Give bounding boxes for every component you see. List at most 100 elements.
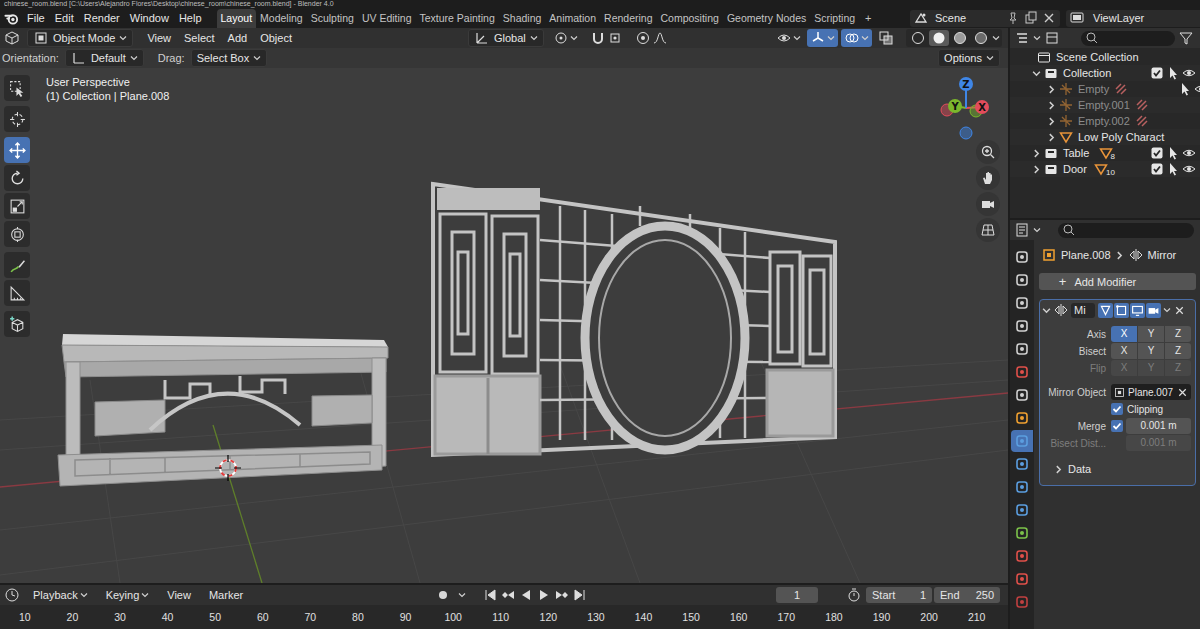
workspace-tab[interactable]: Texture Painting (416, 9, 499, 28)
filter-icon[interactable] (1178, 30, 1194, 46)
workspace-tab[interactable]: Compositing (657, 9, 723, 28)
workspace-tab[interactable]: Sculpting (307, 9, 358, 28)
timeline-menu[interactable]: View (162, 589, 196, 601)
overlays-toggle[interactable] (841, 29, 872, 47)
add-modifier-button[interactable]: +Add Modifier (1039, 273, 1196, 290)
property-tab[interactable] (1011, 522, 1033, 544)
outliner-item-name[interactable]: Empty (1078, 83, 1109, 95)
outliner-item-name[interactable]: Low Poly Charact (1078, 131, 1164, 143)
property-tab[interactable] (1011, 591, 1033, 613)
outliner-item-name[interactable]: Empty.001 (1078, 99, 1130, 111)
expand-arrow-icon[interactable] (1047, 117, 1056, 126)
properties-editor-icon[interactable] (1014, 222, 1030, 238)
snap-toggle[interactable] (587, 29, 626, 47)
property-tab[interactable] (1011, 430, 1033, 452)
axis-handle[interactable]: X (975, 100, 989, 114)
constraint-icon[interactable] (1134, 97, 1150, 113)
property-tab[interactable] (1011, 476, 1033, 498)
caret-icon[interactable] (1033, 226, 1041, 234)
expand-arrow-icon[interactable] (1032, 69, 1041, 78)
rotate-tool[interactable] (4, 165, 30, 191)
property-tab[interactable] (1011, 407, 1033, 429)
jump-start-icon[interactable] (482, 587, 498, 603)
outliner-item-name[interactable]: Table (1063, 147, 1089, 159)
drag-dropdown[interactable]: Select Box (191, 49, 268, 67)
expand-arrow-icon[interactable] (1032, 149, 1041, 158)
axis-toggle[interactable]: X (1111, 343, 1138, 359)
expand-arrow-icon[interactable] (1047, 101, 1056, 110)
properties-search-field[interactable] (1058, 223, 1194, 238)
menu-item[interactable]: File (22, 12, 50, 24)
remove-modifier-icon[interactable] (1173, 304, 1186, 317)
material-shading-button[interactable] (950, 30, 970, 46)
viewport-menu[interactable]: Add (223, 32, 253, 44)
outliner-row[interactable]: Collection (1010, 65, 1200, 81)
pin-icon[interactable] (1005, 10, 1021, 26)
blender-logo-icon[interactable] (4, 11, 19, 26)
measure-tool[interactable] (4, 280, 30, 306)
pivot-point-button[interactable] (550, 29, 581, 47)
xray-toggle[interactable] (875, 29, 897, 47)
select-arrow-icon[interactable] (1198, 97, 1200, 113)
visibility-toggle[interactable] (773, 29, 804, 47)
mode-dropdown[interactable]: Object Mode (27, 29, 133, 47)
caret-icon[interactable] (458, 591, 466, 599)
viewport-toggle[interactable] (1130, 303, 1145, 318)
property-tab[interactable] (1011, 338, 1033, 360)
axis-toggle[interactable]: Y (1138, 326, 1165, 342)
add-workspace-button[interactable]: + (859, 9, 877, 28)
outliner-item-name[interactable]: Scene Collection (1056, 51, 1139, 63)
previous-keyframe-icon[interactable] (500, 587, 516, 603)
select-arrow-icon[interactable] (1165, 65, 1181, 81)
eye-icon[interactable] (1181, 65, 1197, 81)
select-tool[interactable] (4, 75, 30, 101)
expand-arrow-icon[interactable] (1032, 165, 1041, 174)
axis-toggle[interactable]: Z (1165, 343, 1191, 359)
property-tab[interactable] (1011, 361, 1033, 383)
rendered-shading-button[interactable] (971, 30, 991, 46)
scale-tool[interactable] (4, 193, 30, 219)
axis-toggle[interactable]: X (1111, 326, 1138, 342)
pan-button[interactable] (976, 166, 1000, 190)
outliner-row[interactable]: Table8 (1010, 145, 1200, 161)
modifier-name-field[interactable]: Mi (1071, 303, 1095, 318)
workspace-tab[interactable]: Scripting (810, 9, 859, 28)
navigation-gizmo[interactable]: XYZ (941, 77, 989, 139)
outliner-row[interactable]: Empty.002 (1010, 113, 1200, 129)
menu-item[interactable]: Help (174, 12, 207, 24)
orientation-dropdown[interactable]: Default (65, 49, 144, 67)
constraint-icon[interactable] (1134, 113, 1150, 129)
axis-toggle[interactable]: Y (1138, 343, 1165, 359)
select-arrow-icon[interactable] (1165, 161, 1181, 177)
transform-tool[interactable] (4, 221, 30, 247)
move-tool[interactable] (4, 137, 30, 163)
timeline-menu[interactable]: Marker (204, 589, 248, 601)
start-frame-field[interactable]: Start1 (866, 587, 932, 603)
viewport-menu[interactable]: Select (179, 32, 220, 44)
property-tab[interactable] (1011, 568, 1033, 590)
property-tab[interactable] (1011, 453, 1033, 475)
editor-type-icon[interactable] (4, 30, 20, 46)
select-arrow-icon[interactable] (1177, 81, 1193, 97)
add-tool[interactable] (4, 311, 30, 337)
view-layer-selector[interactable]: ViewLayer (1066, 10, 1200, 27)
close-icon[interactable] (1041, 10, 1057, 26)
menu-item[interactable]: Render (79, 12, 125, 24)
workspace-tab[interactable]: Geometry Nodes (723, 9, 810, 28)
solid-shading-button[interactable] (929, 30, 949, 46)
timeline-menu[interactable]: Keying (101, 589, 155, 601)
exclude-checkbox[interactable] (1149, 65, 1165, 81)
mirror-object-field[interactable]: Plane.007 (1111, 384, 1191, 400)
collapse-arrow-icon[interactable] (1042, 306, 1051, 315)
door-model[interactable] (433, 184, 835, 455)
outliner-item-name[interactable]: Collection (1063, 67, 1111, 79)
options-dropdown[interactable]: Options (938, 49, 1000, 67)
outliner-item-name[interactable]: Empty.002 (1078, 115, 1130, 127)
caret-icon[interactable] (992, 34, 1000, 42)
property-tab[interactable] (1011, 499, 1033, 521)
timeline-menu[interactable]: Playback (28, 589, 93, 601)
property-tab[interactable] (1011, 315, 1033, 337)
workspace-tab[interactable]: Shading (499, 9, 546, 28)
current-frame-field[interactable]: 1 (776, 587, 818, 603)
outliner-editor-icon[interactable] (1014, 30, 1030, 46)
